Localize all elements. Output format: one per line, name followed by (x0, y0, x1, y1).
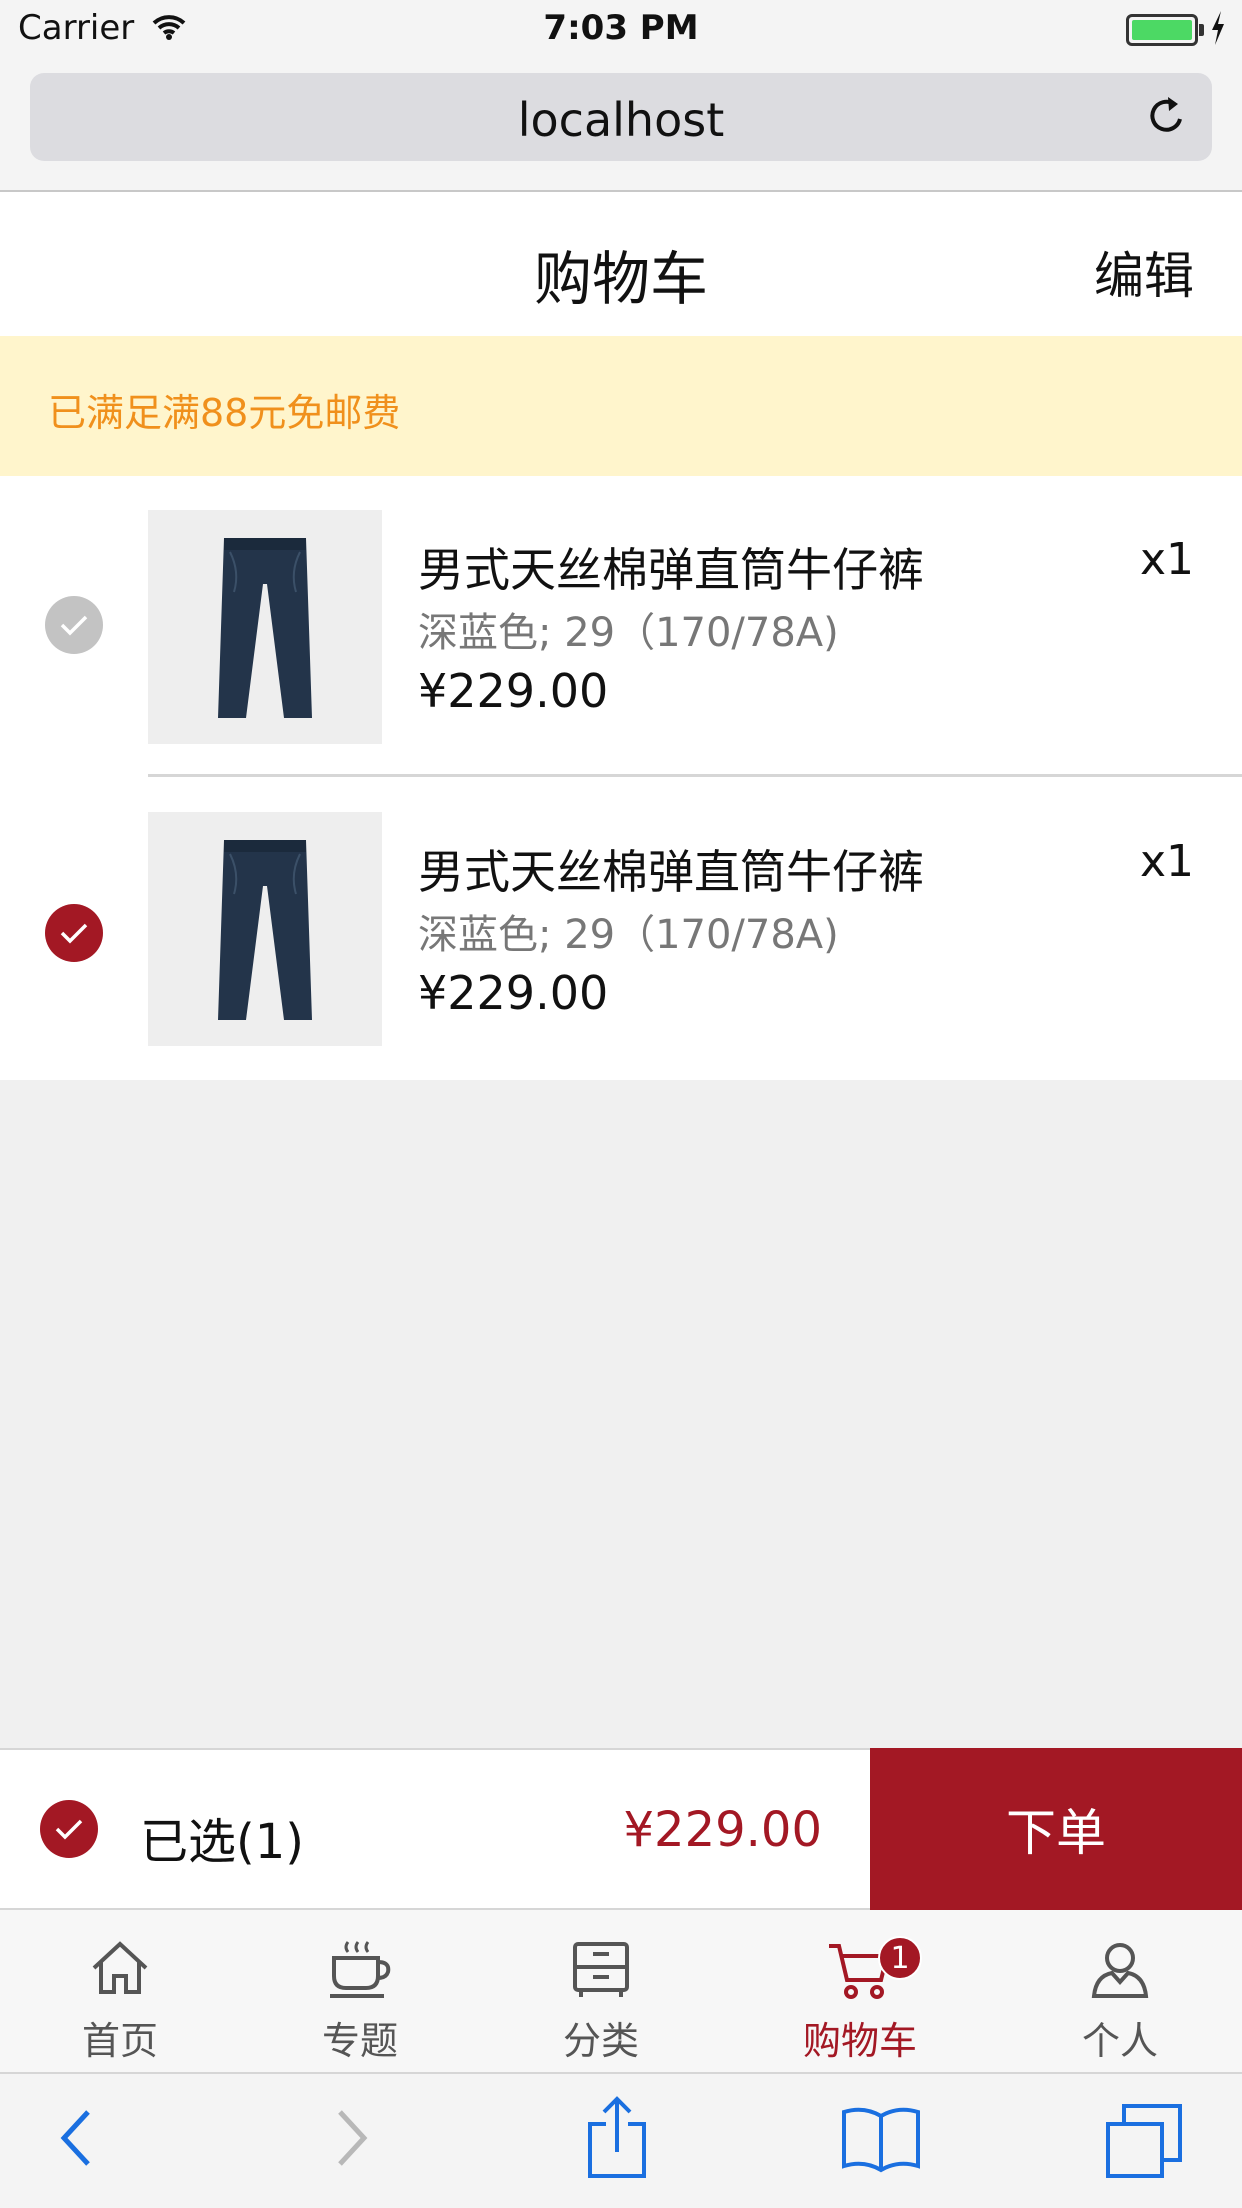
tab-label: 专题 (321, 2019, 398, 2063)
checkmark-icon (55, 1819, 83, 1840)
product-quantity: x1 (1139, 836, 1194, 887)
product-price: ¥229.00 (418, 664, 609, 718)
page-title: 购物车 (533, 245, 708, 313)
tab-cart[interactable]: 1 购物车 (770, 1910, 950, 2074)
product-thumbnail[interactable] (148, 812, 382, 1046)
browser-toolbar (0, 2074, 1242, 2208)
total-price: ¥229.00 (623, 1802, 823, 1858)
status-bar: Carrier 7:03 PM (0, 0, 1242, 60)
checkmark-icon (60, 615, 88, 636)
product-thumbnail[interactable] (148, 510, 382, 744)
tab-home[interactable]: 首页 (30, 1910, 210, 2074)
tab-topic[interactable]: 专题 (270, 1910, 450, 2074)
reload-icon[interactable] (1144, 93, 1190, 139)
tab-category[interactable]: 分类 (511, 1910, 691, 2074)
select-all-checkbox[interactable] (40, 1800, 98, 1858)
product-spec: 深蓝色; 29（170/78A) (418, 610, 839, 656)
page-header: 购物车 编辑 (0, 192, 1242, 336)
checkout-bar: 已选(1) ¥229.00 下单 (0, 1748, 1242, 1910)
jeans-image (218, 538, 312, 718)
edit-button[interactable]: 编辑 (1094, 236, 1194, 308)
checkmark-icon (60, 923, 88, 944)
cart-item[interactable]: 男式天丝棉弹直筒牛仔裤 深蓝色; 29（170/78A) ¥229.00 x1 (0, 778, 1242, 1080)
product-spec: 深蓝色; 29（170/78A) (418, 912, 839, 958)
cart-count-badge: 1 (878, 1936, 922, 1980)
charging-bolt-icon (1212, 11, 1224, 45)
drawer-icon (573, 1942, 629, 1997)
tabs-icon[interactable] (1104, 2102, 1184, 2180)
address-bar[interactable]: localhost (30, 73, 1212, 161)
back-icon[interactable] (56, 2102, 96, 2174)
cup-icon (330, 1941, 391, 1998)
bookmarks-icon[interactable] (840, 2104, 922, 2174)
item-select-checkbox[interactable] (45, 904, 103, 962)
item-select-checkbox[interactable] (45, 596, 103, 654)
free-shipping-text: 已满足满88元免邮费 (48, 391, 401, 435)
selected-count-label: 已选(1) (140, 1814, 304, 1870)
product-quantity: x1 (1139, 534, 1194, 585)
cart-item-list: 男式天丝棉弹直筒牛仔裤 深蓝色; 29（170/78A) ¥229.00 x1 … (0, 476, 1242, 1080)
home-icon (92, 1941, 148, 1994)
product-name: 男式天丝棉弹直筒牛仔裤 (418, 845, 924, 899)
product-price: ¥229.00 (418, 966, 609, 1020)
divider (148, 774, 1242, 777)
clock: 7:03 PM (543, 8, 699, 48)
person-icon (1091, 1943, 1149, 1998)
tab-label: 个人 (1081, 2019, 1158, 2063)
share-icon[interactable] (586, 2096, 648, 2180)
cart-item[interactable]: 男式天丝棉弹直筒牛仔裤 深蓝色; 29（170/78A) ¥229.00 x1 (0, 476, 1242, 778)
tab-bar: 首页 专题 分类 1 购物车 个人 (0, 1910, 1242, 2074)
battery-icon (1126, 14, 1198, 46)
url-text[interactable]: localhost (30, 93, 1212, 147)
tab-profile[interactable]: 个人 (1030, 1910, 1210, 2074)
tab-label: 购物车 (802, 2019, 917, 2063)
place-order-button[interactable]: 下单 (870, 1748, 1242, 1910)
tab-label: 分类 (562, 2019, 639, 2063)
free-shipping-banner: 已满足满88元免邮费 (0, 336, 1242, 476)
jeans-image (218, 840, 312, 1020)
browser-address-area: localhost (0, 60, 1242, 192)
battery-tip (1199, 24, 1204, 36)
product-name: 男式天丝棉弹直筒牛仔裤 (418, 543, 924, 597)
tab-label: 首页 (81, 2019, 158, 2063)
forward-icon[interactable] (332, 2102, 372, 2174)
